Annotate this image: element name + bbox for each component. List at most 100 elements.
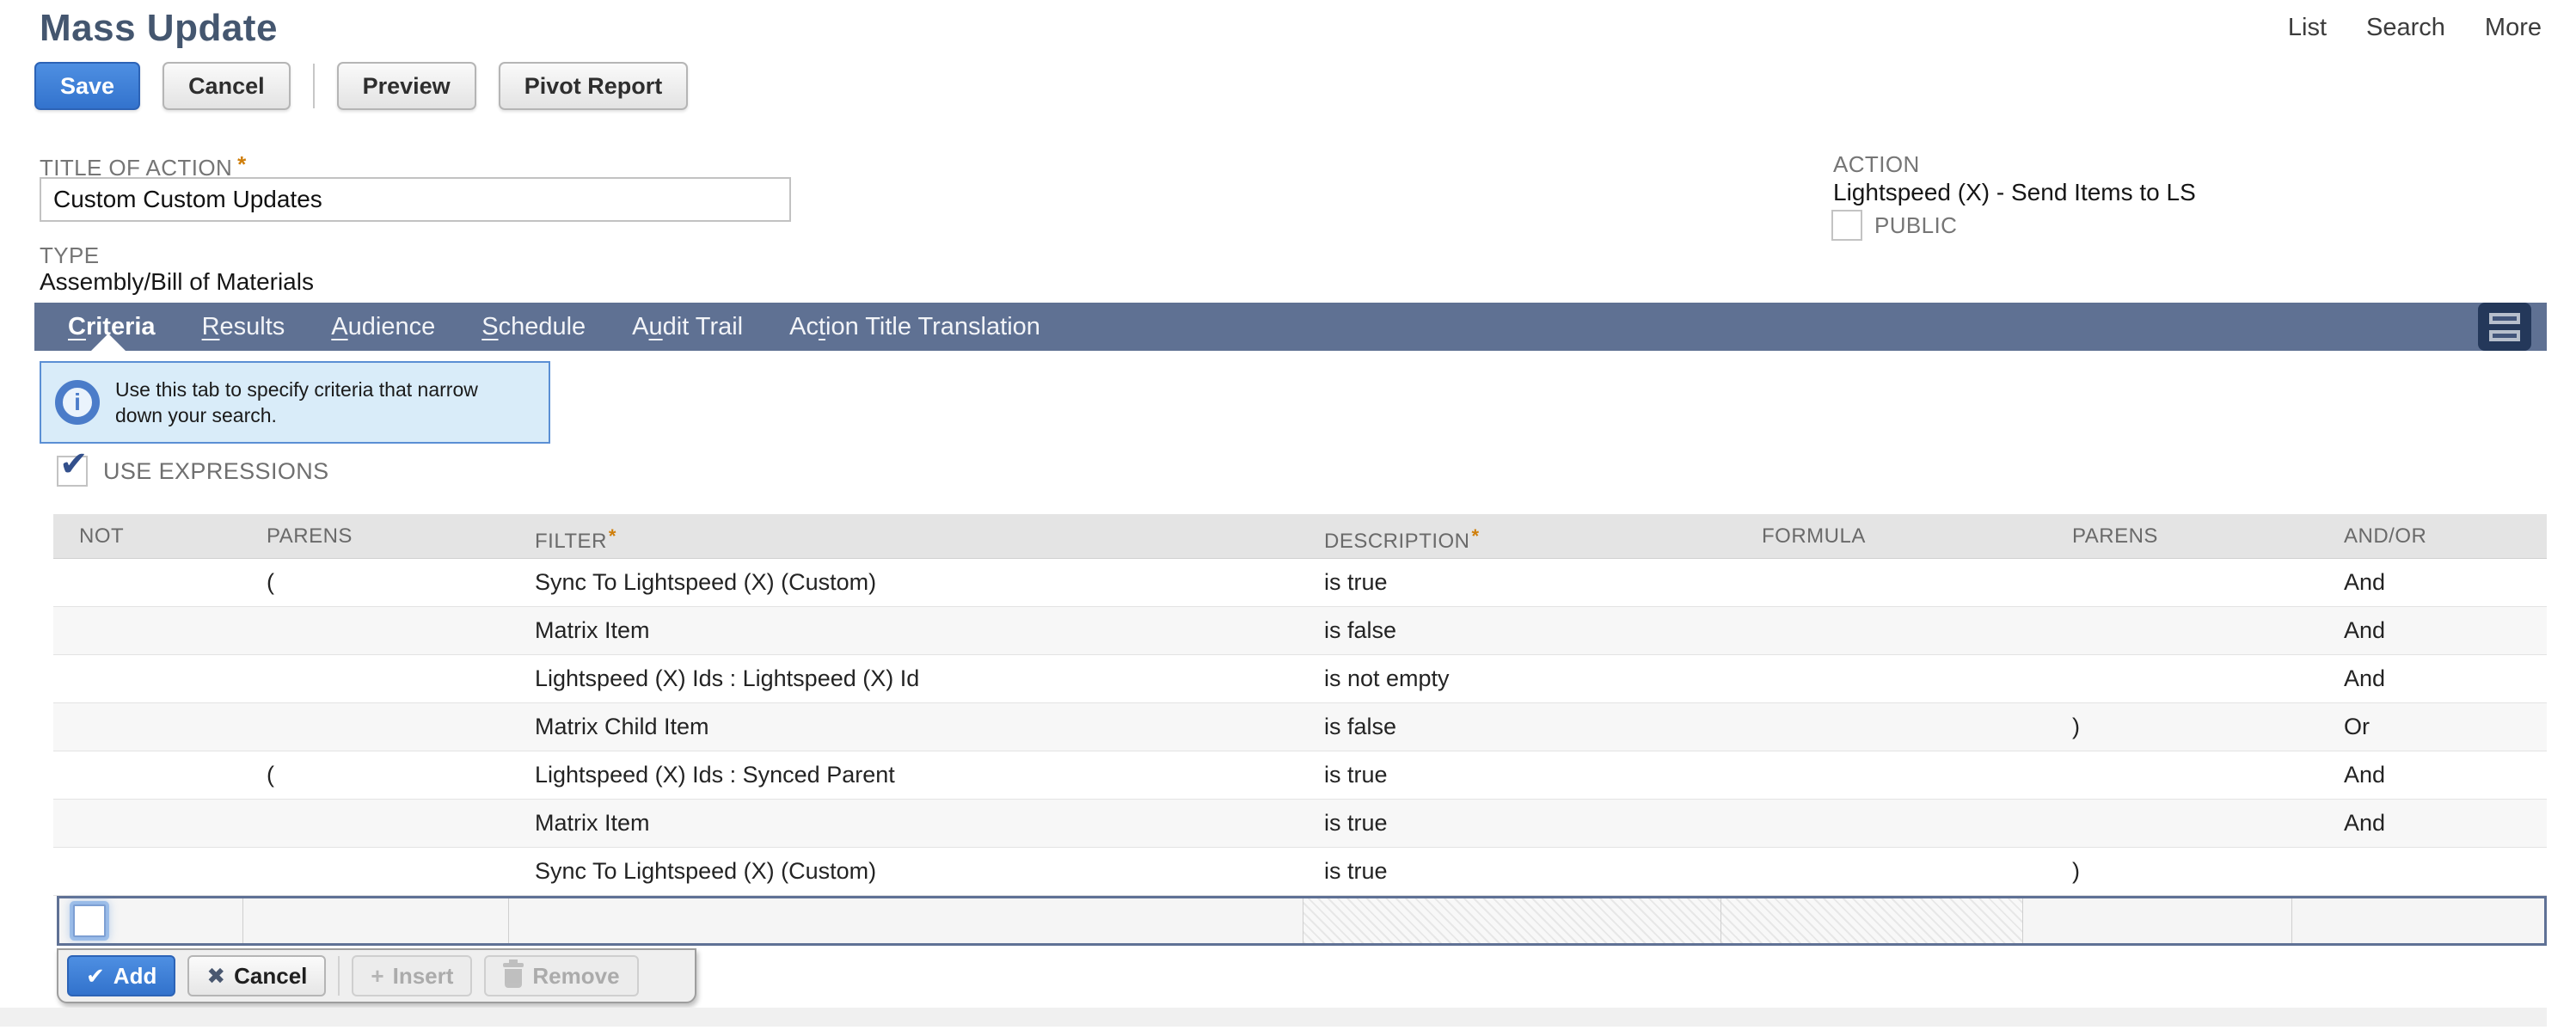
column-header-not: NOT [53,514,241,558]
nav-link-list[interactable]: List [2288,14,2327,42]
use-expressions-checkbox[interactable]: ✔ [57,456,88,487]
remove-line-button[interactable]: Remove [484,955,638,996]
close-icon: ✖ [206,965,225,987]
cell-not [53,559,241,606]
cell-filter: Lightspeed (X) Ids : Synced Parent [507,751,1303,799]
cell-not [53,848,241,895]
cell-description: is true [1303,848,1722,895]
main-toolbar: Save Cancel Preview Pivot Report [34,62,688,110]
tab-schedule[interactable]: Schedule [458,313,609,341]
type-label: TYPE [40,242,100,269]
criteria-row-3[interactable]: Lightspeed (X) Ids : Lightspeed (X) Idis… [53,655,2547,703]
cell-andor: And [2294,751,2547,799]
cancel-button[interactable]: Cancel [163,62,291,110]
cell-filter: Matrix Child Item [507,703,1303,751]
tab-action-title-translation[interactable]: Action Title Translation [766,313,1064,341]
cell-not [53,607,241,654]
remove-line-label: Remove [532,963,619,990]
column-header-filter: FILTER* [507,514,1303,558]
criteria-table-header: NOTPARENSFILTER*DESCRIPTION*FORMULAPAREN… [53,514,2547,559]
cell-not [53,655,241,702]
nav-link-search[interactable]: Search [2366,14,2445,42]
edit-cell-formula [1721,898,2023,943]
info-box-text: Use this tab to specify criteria that na… [115,377,502,428]
cell-parens_open [241,848,507,895]
public-checkbox[interactable] [1831,210,1862,241]
cell-andor: And [2294,800,2547,847]
required-asterisk: * [1472,525,1480,547]
active-tab-pointer-icon [89,334,127,353]
cell-formula [1722,800,2025,847]
cell-filter: Sync To Lightspeed (X) (Custom) [507,848,1303,895]
cell-filter: Matrix Item [507,800,1303,847]
cell-not [53,703,241,751]
cell-formula [1722,848,2025,895]
title-of-action-input[interactable] [40,177,791,222]
required-asterisk: * [237,151,247,177]
cell-andor: And [2294,655,2547,702]
column-header-description: DESCRIPTION* [1303,514,1722,558]
cell-parens_close [2025,655,2294,702]
cell-description: is true [1303,751,1722,799]
cell-description: is false [1303,607,1722,654]
cell-not [53,800,241,847]
trash-icon [503,963,524,989]
column-header-and-or: AND/OR [2294,514,2547,558]
criteria-row-7[interactable]: Sync To Lightspeed (X) (Custom)is true) [53,848,2547,896]
bottom-strip [0,1008,2547,1027]
cell-parens_close: ) [2025,703,2294,751]
info-icon: i [55,380,100,425]
tab-bar: CriteriaResultsAudienceScheduleAudit Tra… [34,303,2547,351]
criteria-row-4[interactable]: Matrix Child Itemis false)Or [53,703,2547,751]
insert-line-label: Insert [393,963,454,990]
cell-andor [2294,848,2547,895]
preview-button[interactable]: Preview [337,62,476,110]
cancel-line-button[interactable]: ✖ Cancel [187,955,326,996]
cell-parens_close: ) [2025,848,2294,895]
cell-formula [1722,559,2025,606]
toolbar-divider [313,64,315,108]
mass-update-page: Mass Update ListSearchMore Save Cancel P… [0,0,2576,1030]
tab-audience[interactable]: Audience [308,313,458,341]
edit-row-not-checkbox[interactable] [73,904,106,937]
edit-cell-filter[interactable] [509,898,1303,943]
action-label: ACTION [1833,151,1920,178]
tab-audit-trail[interactable]: Audit Trail [609,313,766,341]
top-nav: List Search More [2288,14,2542,42]
edit-cell-description [1303,898,1721,943]
cell-formula [1722,607,2025,654]
tab-results[interactable]: Results [179,313,309,341]
criteria-info-box: i Use this tab to specify criteria that … [40,361,550,444]
criteria-row-6[interactable]: Matrix Itemis true And [53,800,2547,848]
cell-parens_open: ( [241,559,507,606]
edit-cell-parens_open[interactable] [243,898,509,943]
edit-cell-not[interactable] [59,898,243,943]
list-view-toggle-button[interactable] [2478,303,2531,351]
criteria-edit-row [57,896,2547,946]
nav-link-more[interactable]: More [2485,14,2542,42]
cell-description: is true [1303,800,1722,847]
cell-andor: And [2294,607,2547,654]
cell-parens_open [241,607,507,654]
cell-filter: Lightspeed (X) Ids : Lightspeed (X) Id [507,655,1303,702]
use-expressions-label: USE EXPRESSIONS [103,458,329,485]
required-asterisk: * [609,525,616,547]
use-expressions-field: ✔ USE EXPRESSIONS [57,456,329,487]
pivot-report-button[interactable]: Pivot Report [499,62,689,110]
edit-cell-andor[interactable] [2292,898,2544,943]
criteria-row-5[interactable]: (Lightspeed (X) Ids : Synced Parentis tr… [53,751,2547,800]
list-view-icon [2489,313,2520,324]
insert-line-button[interactable]: + Insert [352,955,472,996]
checkmark-icon: ✔ [59,447,89,481]
cell-description: is false [1303,703,1722,751]
cell-parens_close [2025,751,2294,799]
save-button[interactable]: Save [34,62,140,110]
add-line-button[interactable]: ✔ Add [67,955,175,996]
cell-filter: Matrix Item [507,607,1303,654]
criteria-table-body: (Sync To Lightspeed (X) (Custom)is trueA… [53,559,2547,896]
criteria-row-1[interactable]: (Sync To Lightspeed (X) (Custom)is trueA… [53,559,2547,607]
edit-cell-parens_close[interactable] [2023,898,2291,943]
plus-icon: + [371,965,383,987]
cell-andor: And [2294,559,2547,606]
criteria-row-2[interactable]: Matrix Itemis false And [53,607,2547,655]
